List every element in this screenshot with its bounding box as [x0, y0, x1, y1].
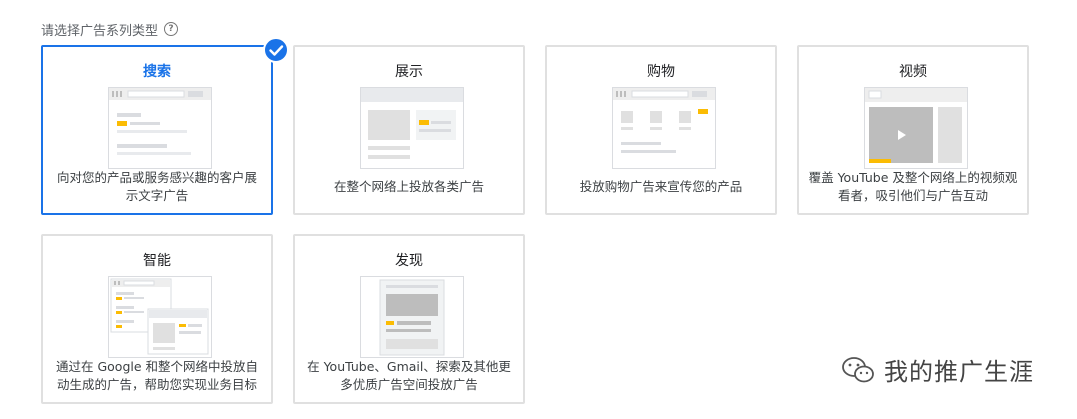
selected-check-icon	[263, 37, 289, 63]
wechat-icon	[842, 356, 874, 382]
card-description: 投放购物广告来宣传您的产品	[579, 179, 743, 194]
card-title: 购物	[647, 64, 675, 80]
campaign-type-search[interactable]: 搜索 向对您的产品或服务感兴趣的客户展示文字广告	[41, 45, 273, 215]
card-title: 展示	[395, 64, 423, 80]
shopping-ads-illustration	[612, 87, 716, 169]
campaign-type-video[interactable]: 视频 覆盖 YouTube 及整个网络上的视频观看者，吸引他们与广告互动	[797, 45, 1029, 215]
discovery-ads-illustration	[360, 276, 464, 358]
wechat-watermark: 我的推广生涯	[840, 352, 1034, 387]
card-description: 在整个网络上投放各类广告	[333, 179, 484, 194]
card-description: 向对您的产品或服务感兴趣的客户展示文字广告	[56, 170, 257, 203]
search-ads-illustration	[108, 87, 212, 169]
campaign-type-smart[interactable]: 智能 通过在 Google 和整个网络中投放自动生成的广告，帮助您实现业务目标	[41, 234, 273, 404]
card-description: 通过在 Google 和整个网络中投放自动生成的广告，帮助您实现业务目标	[55, 359, 259, 392]
prompt-label: 请选择广告系列类型	[41, 23, 159, 39]
campaign-type-display[interactable]: 展示 在整个网络上投放各类广告	[293, 45, 525, 215]
card-title: 智能	[143, 253, 171, 269]
card-title: 视频	[899, 64, 927, 80]
card-title: 发现	[395, 253, 423, 269]
card-description: 在 YouTube、Gmail、探索及其他更多优质广告空间投放广告	[307, 359, 511, 392]
campaign-type-discovery[interactable]: 发现 在 YouTube、Gmail、探索及其他更多优质广告空间投放广告	[293, 234, 525, 404]
display-ads-illustration	[360, 87, 464, 169]
smart-ads-illustration	[108, 276, 212, 358]
video-ads-illustration	[864, 87, 968, 169]
campaign-type-shopping[interactable]: 购物 投放购物广告来宣传您的产品	[545, 45, 777, 215]
card-description: 覆盖 YouTube 及整个网络上的视频观看者，吸引他们与广告互动	[808, 170, 1018, 203]
question-circle-icon[interactable]: ?	[164, 22, 179, 36]
watermark-text: 我的推广生涯	[884, 358, 1034, 386]
card-title: 搜索	[143, 64, 171, 80]
campaign-type-prompt: 请选择广告系列类型 ?	[41, 19, 179, 39]
